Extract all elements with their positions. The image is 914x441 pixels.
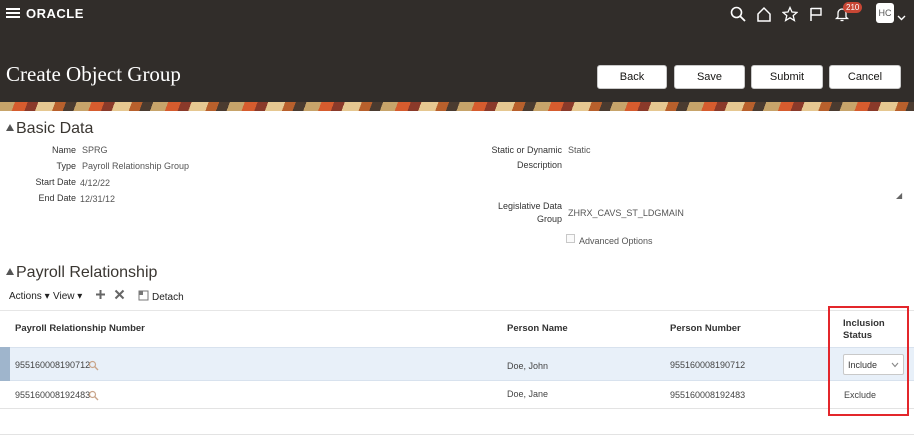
oracle-logo[interactable]: ORACLE bbox=[26, 6, 84, 21]
end-date-label: End Date bbox=[38, 193, 76, 203]
column-header-number[interactable]: Payroll Relationship Number bbox=[15, 323, 145, 334]
collapse-icon[interactable] bbox=[6, 124, 14, 131]
row-selection-marker bbox=[0, 347, 10, 381]
start-date-value: 4/12/22 bbox=[80, 178, 111, 188]
name-label: Name bbox=[51, 145, 76, 155]
section-title-basic-data: Basic Data bbox=[16, 120, 94, 137]
actions-menu[interactable]: Actions ▾ bbox=[9, 291, 50, 302]
advanced-options-label: Advanced Options bbox=[579, 236, 653, 246]
page-title: Create Object Group bbox=[6, 62, 181, 86]
ldg-label-line2: Group bbox=[536, 214, 562, 224]
column-header-person-name[interactable]: Person Name bbox=[507, 323, 568, 334]
magnifier-icon[interactable] bbox=[88, 388, 99, 401]
notification-badge: 210 bbox=[843, 2, 863, 13]
start-date-label: Start Date bbox=[35, 177, 76, 187]
search-icon[interactable] bbox=[728, 4, 748, 24]
type-label: Type bbox=[56, 161, 76, 171]
home-icon[interactable] bbox=[754, 4, 774, 24]
cancel-button[interactable]: Cancel bbox=[829, 65, 901, 89]
flag-icon[interactable] bbox=[806, 4, 826, 24]
ldg-value: ZHRX_CAVS_ST_LDGMAIN bbox=[568, 208, 684, 218]
avatar[interactable]: HC bbox=[876, 3, 894, 23]
magnifier-icon[interactable] bbox=[88, 358, 99, 371]
detach-icon[interactable] bbox=[138, 290, 149, 304]
menu-icon[interactable] bbox=[6, 6, 20, 20]
end-date-value: 12/31/12 bbox=[80, 194, 116, 204]
resize-handle-icon[interactable]: ◢ bbox=[896, 191, 902, 200]
person-number: 955160008192483 bbox=[670, 390, 746, 400]
submit-button[interactable]: Submit bbox=[751, 65, 823, 89]
view-menu[interactable]: View ▾ bbox=[53, 291, 82, 302]
table-row[interactable] bbox=[0, 347, 914, 381]
add-icon[interactable] bbox=[95, 289, 106, 303]
advanced-options-checkbox[interactable] bbox=[566, 234, 575, 243]
description-label: Description bbox=[516, 160, 562, 170]
section-title-payroll-relationship: Payroll Relationship bbox=[16, 264, 158, 281]
person-number: 955160008190712 bbox=[670, 360, 746, 370]
static-dynamic-label: Static or Dynamic bbox=[491, 145, 562, 155]
static-dynamic-value: Static bbox=[568, 145, 591, 155]
chevron-down-icon[interactable] bbox=[897, 8, 906, 26]
person-name: Doe, Jane bbox=[507, 389, 549, 399]
detach-button[interactable]: Detach bbox=[152, 292, 184, 303]
column-header-person-number[interactable]: Person Number bbox=[670, 323, 741, 334]
table-row[interactable] bbox=[0, 381, 914, 409]
payroll-relationship-number: 955160008192483 bbox=[15, 390, 91, 400]
global-header: ORACLE 210 HC bbox=[0, 0, 914, 28]
table-bottom-divider bbox=[0, 434, 914, 435]
star-icon[interactable] bbox=[780, 4, 800, 24]
highlight-box bbox=[828, 306, 909, 416]
person-name: Doe, John bbox=[507, 361, 549, 371]
save-button[interactable]: Save bbox=[674, 65, 745, 89]
back-button[interactable]: Back bbox=[597, 65, 667, 89]
table-divider bbox=[0, 310, 914, 311]
delete-icon[interactable] bbox=[114, 289, 125, 303]
decorative-banner bbox=[0, 102, 914, 111]
collapse-icon[interactable] bbox=[6, 268, 14, 275]
ldg-label-line1: Legislative Data bbox=[497, 201, 562, 211]
type-value: Payroll Relationship Group bbox=[82, 161, 190, 171]
name-value: SPRG bbox=[82, 145, 108, 155]
payroll-relationship-number: 955160008190712 bbox=[15, 360, 91, 370]
